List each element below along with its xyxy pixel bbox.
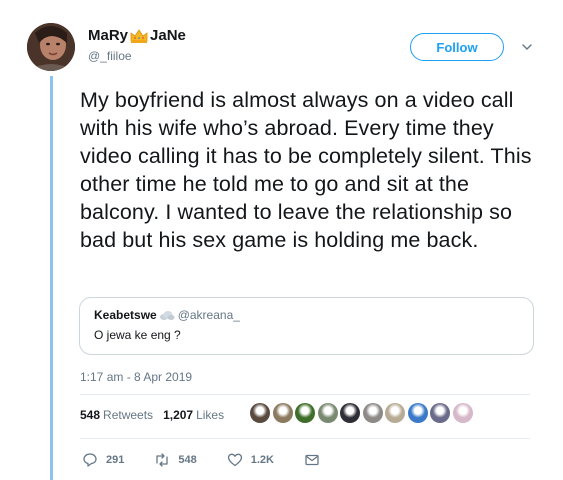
liker-avatar[interactable]	[295, 403, 315, 423]
quoted-author-handle: @akreana_	[177, 308, 240, 322]
retweets-label[interactable]: Retweets	[103, 408, 153, 422]
quoted-author-name: Keabetswe	[94, 308, 157, 322]
author-name[interactable]: MaRy JaNe	[88, 27, 186, 44]
tweet-timestamp[interactable]: 1:17 am - 8 Apr 2019	[80, 370, 192, 384]
liker-avatar[interactable]	[430, 403, 450, 423]
direct-message-action[interactable]	[304, 452, 328, 468]
retweet-count: 548	[178, 454, 197, 466]
author-avatar[interactable]	[27, 23, 75, 71]
liker-avatar[interactable]	[407, 403, 428, 423]
divider	[80, 394, 530, 395]
display-name-end: JaNe	[150, 27, 186, 44]
liker-avatar[interactable]	[362, 403, 383, 423]
retweet-action[interactable]: 548	[154, 452, 197, 468]
follow-button[interactable]: Follow	[410, 33, 504, 61]
author-handle[interactable]: @_fiiloe	[88, 49, 132, 63]
like-action[interactable]: 1.2K	[227, 452, 274, 468]
divider	[80, 438, 530, 439]
liker-avatar[interactable]	[272, 403, 293, 423]
tweet-stats: 548 Retweets 1,207 Likes	[80, 408, 224, 422]
liker-avatar[interactable]	[317, 403, 338, 423]
crown-icon	[129, 28, 149, 44]
reply-icon	[83, 453, 97, 467]
liker-avatars	[250, 403, 475, 423]
likes-label[interactable]: Likes	[196, 408, 224, 422]
quoted-tweet-header: Keabetswe @akreana_	[94, 308, 240, 322]
reply-count: 291	[106, 454, 125, 466]
cloud-emoji-icon	[159, 310, 175, 321]
liker-avatar[interactable]	[452, 403, 473, 423]
display-name-start: MaRy	[88, 27, 129, 44]
chevron-down-icon[interactable]	[520, 40, 534, 54]
liker-avatar[interactable]	[250, 403, 270, 423]
reply-action[interactable]: 291	[82, 452, 124, 468]
thread-line	[50, 76, 53, 480]
liker-avatar[interactable]	[385, 403, 405, 423]
tweet-page: MaRy JaNe @_fiiloe Follow My boyfriend i…	[0, 0, 563, 480]
envelope-icon	[305, 454, 319, 466]
heart-icon	[227, 453, 242, 467]
quoted-tweet-text: O jewa ke eng ?	[94, 328, 181, 342]
tweet-actions: 291 548 1.2K	[82, 452, 328, 468]
tweet-text: My boyfriend is almost always on a video…	[80, 88, 532, 252]
likes-count[interactable]: 1,207	[163, 408, 193, 422]
like-count: 1.2K	[250, 454, 274, 466]
retweet-icon	[156, 453, 169, 467]
retweets-count[interactable]: 548	[80, 408, 100, 422]
liker-avatar[interactable]	[340, 403, 360, 423]
quoted-tweet[interactable]: Keabetswe @akreana_ O jewa ke eng ?	[79, 297, 534, 355]
